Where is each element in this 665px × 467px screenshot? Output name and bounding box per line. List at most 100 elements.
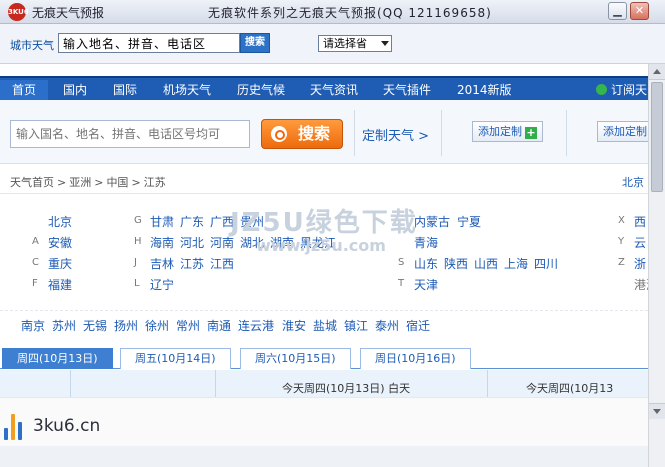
app-name: 无痕天气预报 bbox=[32, 6, 105, 20]
banner-strip bbox=[0, 446, 648, 467]
site-nav: 首页 国内 国际 机场天气 历史气候 天气资讯 天气插件 2014新版 订阅天 bbox=[0, 76, 648, 100]
site-search-button[interactable]: 搜索 bbox=[261, 119, 343, 149]
nav-airport[interactable]: 机场天气 bbox=[163, 80, 211, 100]
minimize-button[interactable]: ▁ bbox=[608, 2, 627, 20]
breadcrumb-item[interactable]: 亚洲 bbox=[69, 176, 91, 189]
province-select[interactable]: 请选择省 bbox=[318, 35, 392, 52]
province-link[interactable]: 港澳台 bbox=[634, 276, 648, 293]
province-link[interactable]: 陕西 bbox=[444, 255, 468, 272]
bar-logo-icon bbox=[4, 412, 26, 440]
logo-bar bbox=[11, 414, 15, 440]
breadcrumb-item[interactable]: 中国 bbox=[106, 176, 128, 189]
nav-weather-news[interactable]: 天气资讯 bbox=[310, 80, 358, 100]
province-letter: C bbox=[32, 257, 39, 268]
city-link[interactable]: 南京 bbox=[21, 317, 45, 334]
city-link[interactable]: 盐城 bbox=[313, 317, 337, 334]
site-logo-banner: 3ku6.cn bbox=[0, 397, 648, 467]
province-letter: Y bbox=[618, 236, 625, 247]
province-letter: F bbox=[32, 278, 38, 289]
tab-day-2[interactable]: 周五(10月14日) bbox=[120, 348, 231, 369]
city-link[interactable]: 常州 bbox=[176, 317, 200, 334]
province-link[interactable]: 山西 bbox=[474, 255, 498, 272]
forecast-day-label-2: 今天周四(10月13 bbox=[526, 382, 614, 395]
subscribe-label: 订阅天 bbox=[611, 83, 648, 97]
province-letter: H bbox=[134, 236, 142, 247]
province-link[interactable]: 吉林 bbox=[150, 255, 174, 272]
province-link[interactable]: 广东 bbox=[180, 213, 204, 230]
city-link[interactable]: 苏州 bbox=[52, 317, 76, 334]
province-link[interactable]: 甘肃 bbox=[150, 213, 174, 230]
city-link[interactable]: 南通 bbox=[207, 317, 231, 334]
province-link[interactable]: 北京 bbox=[48, 213, 72, 230]
search-icon bbox=[271, 126, 287, 142]
city-weather-label: 城市天气 bbox=[10, 39, 54, 52]
tab-day-1[interactable]: 周四(10月13日) bbox=[2, 348, 113, 369]
scroll-up-arrow-icon[interactable] bbox=[649, 64, 665, 80]
current-city-link[interactable]: 北京 bbox=[622, 174, 644, 190]
province-link[interactable]: 福建 bbox=[48, 276, 72, 293]
app-window: 3KU6 无痕天气预报 无痕软件系列之无痕天气预报(QQ 121169658) … bbox=[0, 0, 665, 467]
site-search-row: 搜索 定制天气 > 添加定制+ 添加定制+ bbox=[0, 100, 648, 164]
nav-domestic[interactable]: 国内 bbox=[63, 80, 87, 100]
city-link[interactable]: 徐州 bbox=[145, 317, 169, 334]
site-search-input[interactable] bbox=[10, 120, 250, 148]
logo-bar bbox=[18, 422, 22, 440]
add-custom-label: 添加定制 bbox=[603, 125, 647, 138]
window-title: 无痕软件系列之无痕天气预报(QQ 121169658) bbox=[208, 6, 492, 20]
scrollbar-thumb[interactable] bbox=[651, 82, 663, 192]
province-link[interactable]: 河北 bbox=[180, 234, 204, 251]
city-search-input[interactable] bbox=[58, 33, 240, 53]
province-link[interactable]: 浙 bbox=[634, 255, 646, 272]
nav-history-climate[interactable]: 历史气候 bbox=[237, 80, 285, 100]
province-link[interactable]: 海南 bbox=[150, 234, 174, 251]
add-custom-button-2[interactable]: 添加定制+ bbox=[597, 121, 648, 142]
scroll-down-arrow-icon[interactable] bbox=[649, 403, 665, 419]
add-custom-label: 添加定制 bbox=[478, 125, 522, 138]
province-link[interactable]: 西 bbox=[634, 213, 646, 230]
province-link[interactable]: 四川 bbox=[534, 255, 558, 272]
city-list: 南京 苏州 无锡 扬州 徐州 常州 南通 连云港 淮安 盐城 镇江 泰州 宿迁 bbox=[0, 310, 648, 334]
province-link[interactable]: 天津 bbox=[414, 276, 438, 293]
tab-day-3[interactable]: 周六(10月15日) bbox=[240, 348, 351, 369]
subscribe-link[interactable]: 订阅天 bbox=[596, 80, 647, 100]
app-logo-icon: 3KU6 bbox=[8, 3, 29, 21]
city-link[interactable]: 扬州 bbox=[114, 317, 138, 334]
vertical-scrollbar[interactable] bbox=[648, 64, 665, 467]
add-custom-button[interactable]: 添加定制 + bbox=[472, 121, 543, 142]
city-link[interactable]: 宿迁 bbox=[406, 317, 430, 334]
province-letter: A bbox=[32, 236, 39, 247]
nav-new-version[interactable]: 2014新版 bbox=[457, 80, 512, 100]
nav-international[interactable]: 国际 bbox=[113, 80, 137, 100]
custom-weather-link[interactable]: 定制天气 > bbox=[362, 125, 429, 144]
province-link[interactable]: 云 bbox=[634, 234, 646, 251]
nav-weather-plugin[interactable]: 天气插件 bbox=[383, 80, 431, 100]
province-link[interactable]: 宁夏 bbox=[457, 213, 481, 230]
province-letter: L bbox=[134, 278, 140, 289]
province-link[interactable]: 安徽 bbox=[48, 234, 72, 251]
breadcrumb-item[interactable]: 天气首页 bbox=[10, 176, 54, 189]
province-link[interactable]: 江苏 bbox=[180, 255, 204, 272]
province-link[interactable]: 辽宁 bbox=[150, 276, 174, 293]
province-link[interactable]: 上海 bbox=[504, 255, 528, 272]
chevron-down-icon bbox=[381, 41, 389, 46]
breadcrumb-separator: > bbox=[57, 176, 67, 189]
city-link[interactable]: 淮安 bbox=[282, 317, 306, 334]
forecast-day-label: 今天周四(10月13日) 白天 bbox=[282, 382, 411, 395]
site-search-button-label: 搜索 bbox=[297, 124, 330, 143]
nav-home[interactable]: 首页 bbox=[0, 80, 49, 100]
city-link[interactable]: 泰州 bbox=[375, 317, 399, 334]
city-link[interactable]: 镇江 bbox=[344, 317, 368, 334]
province-letter: Z bbox=[618, 257, 625, 268]
toolbar: 城市天气 搜索 请选择省 bbox=[0, 24, 665, 64]
province-link[interactable]: 重庆 bbox=[48, 255, 72, 272]
city-link[interactable]: 连云港 bbox=[238, 317, 274, 334]
city-search-button[interactable]: 搜索 bbox=[240, 33, 270, 53]
divider bbox=[441, 110, 442, 156]
watermark-url: www.jz5u.com bbox=[256, 236, 386, 255]
breadcrumb-item[interactable]: 江苏 bbox=[144, 176, 166, 189]
tab-day-4[interactable]: 周日(10月16日) bbox=[360, 348, 471, 369]
province-letter: G bbox=[134, 215, 142, 226]
city-link[interactable]: 无锡 bbox=[83, 317, 107, 334]
close-button[interactable]: ✕ bbox=[630, 2, 649, 20]
divider bbox=[566, 110, 567, 156]
